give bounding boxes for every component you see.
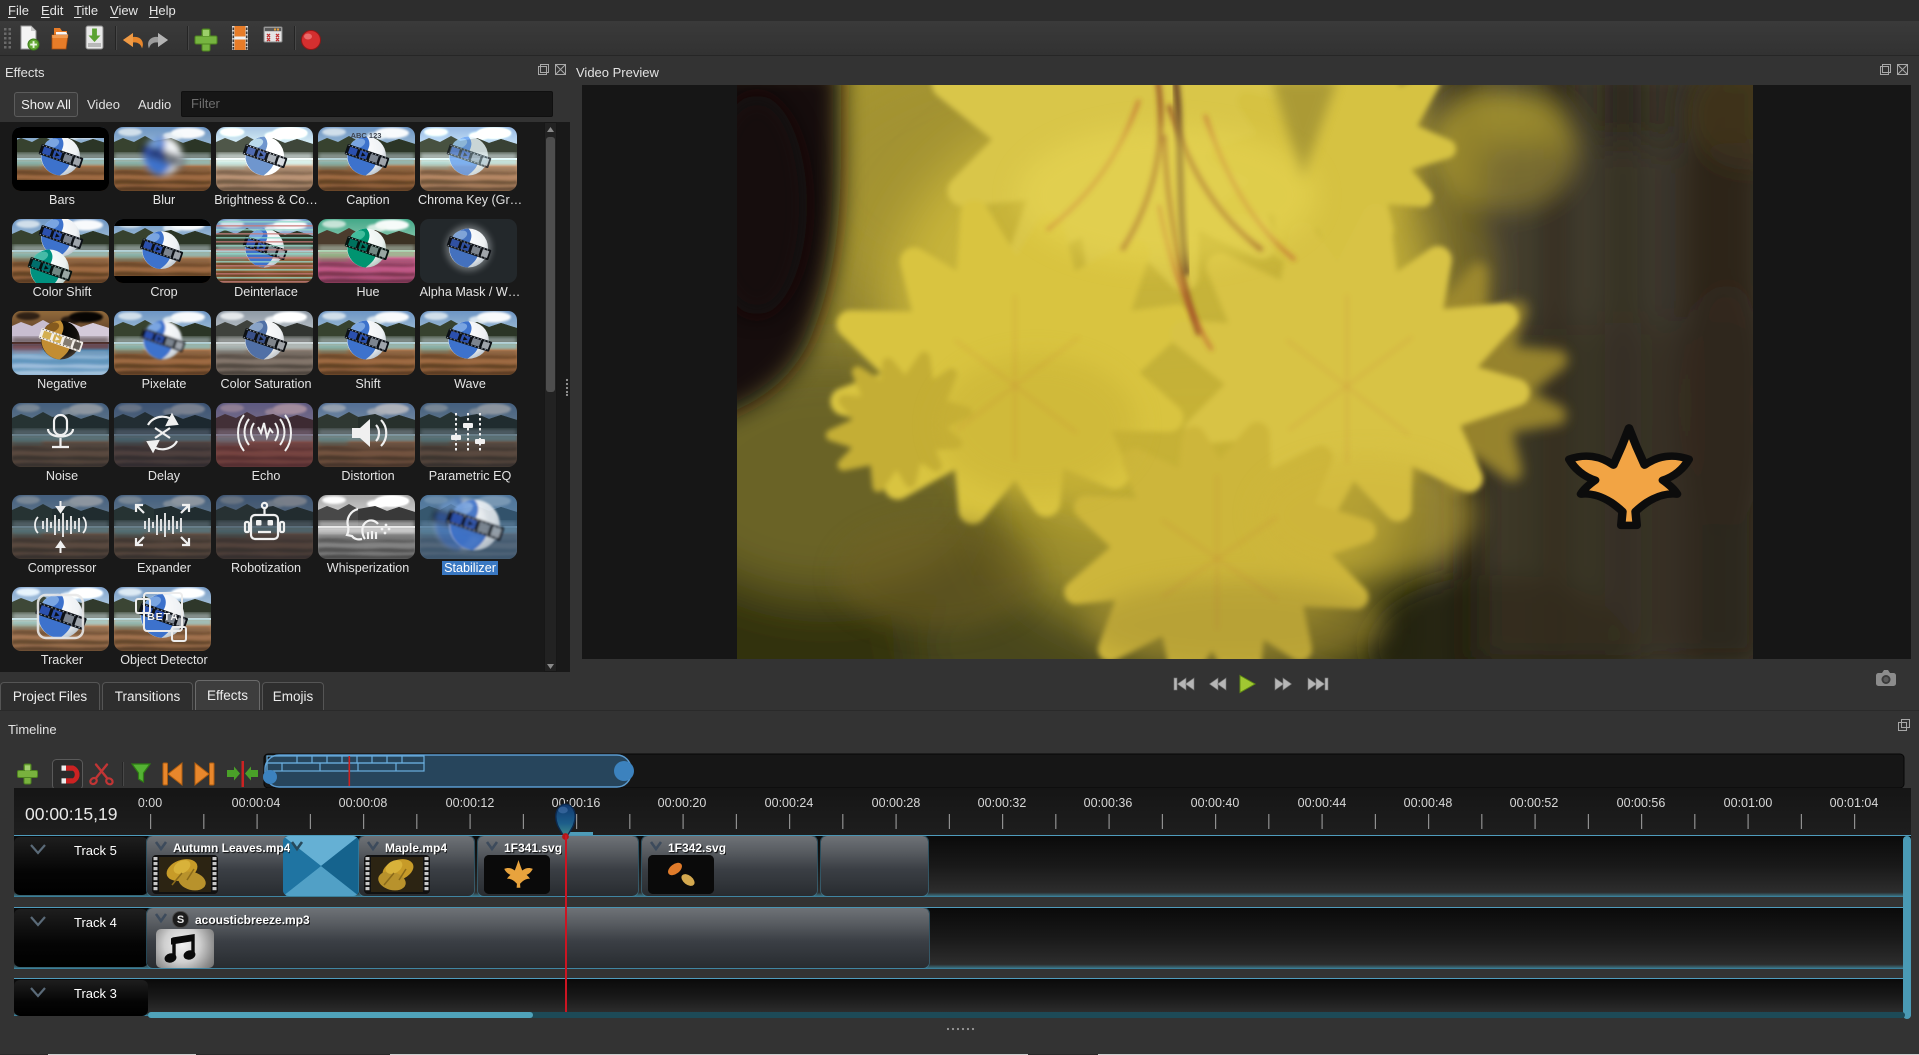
svg-text:ABC 123: ABC 123 [351,131,382,140]
svg-text:BETA: BETA [147,611,179,623]
